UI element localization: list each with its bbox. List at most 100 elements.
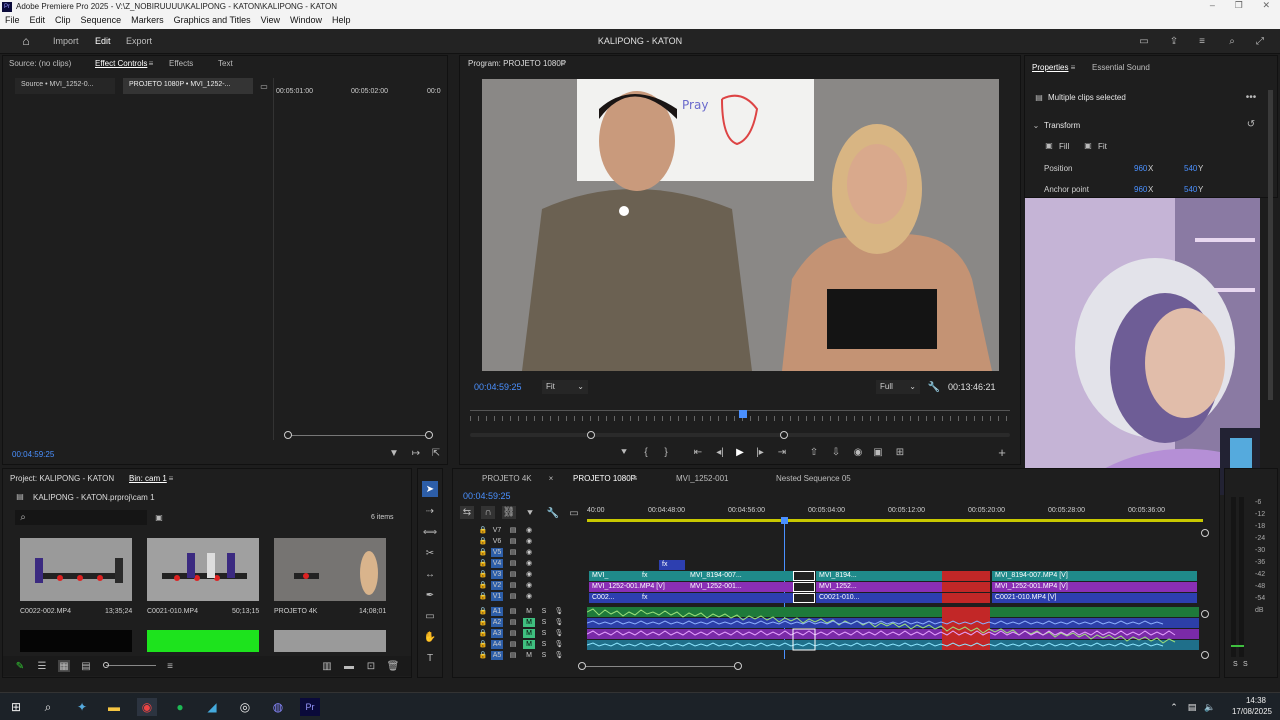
mic-icon[interactable]: 🎙: [553, 651, 565, 660]
scroll-handle-right[interactable]: [734, 662, 742, 670]
go-to-out-icon[interactable]: ⇥: [776, 446, 788, 458]
audio-waveforms[interactable]: [587, 607, 1199, 653]
solo-button[interactable]: S: [538, 651, 550, 660]
toggle-timeline-icon[interactable]: ▭: [259, 82, 269, 91]
search-field[interactable]: ⌕: [15, 510, 147, 525]
zoom-slider[interactable]: [106, 665, 156, 666]
mark-in-icon[interactable]: {: [640, 446, 652, 458]
menu-window[interactable]: Window: [285, 14, 327, 26]
eye-icon[interactable]: ◉: [523, 537, 535, 546]
linked-selection-icon[interactable]: ⛓: [502, 506, 516, 519]
obs-icon[interactable]: ◎: [235, 698, 255, 716]
solo-button[interactable]: S: [538, 618, 550, 627]
clip-v3[interactable]: MVI_8194-007.MP4 [V]: [992, 571, 1197, 581]
track-label-v3[interactable]: V3: [491, 570, 503, 579]
quality-select[interactable]: Full ⌄: [876, 380, 920, 394]
scroll-handle-right[interactable]: [780, 431, 788, 439]
clip-v1[interactable]: C002...: [589, 593, 639, 603]
pen-icon[interactable]: ✒: [422, 587, 438, 603]
share-out-icon[interactable]: ⇱: [431, 448, 441, 459]
playhead-marker[interactable]: [739, 410, 747, 418]
step-back-icon[interactable]: ◂|: [714, 446, 726, 458]
anchor-x[interactable]: 960: [1134, 185, 1147, 194]
menu-sequence[interactable]: Sequence: [76, 14, 127, 26]
clip-v3[interactable]: fx: [639, 571, 687, 581]
tab-project[interactable]: Project: KALIPONG - KATON: [10, 474, 114, 483]
comparison-icon[interactable]: ▣: [872, 446, 884, 458]
premiere-icon[interactable]: Pr: [300, 698, 320, 716]
anchor-y[interactable]: 540: [1184, 185, 1197, 194]
network-icon[interactable]: ▤: [1182, 698, 1202, 716]
go-to-in-icon[interactable]: ⇤: [692, 446, 704, 458]
clip-v3-selected[interactable]: [793, 571, 815, 581]
sync-lock-icon[interactable]: ▤: [507, 607, 519, 616]
sync-lock-icon[interactable]: ▤: [507, 629, 519, 638]
close-icon[interactable]: ✕: [1263, 0, 1271, 14]
clip-v2-selected[interactable]: [793, 582, 815, 592]
sync-lock-icon[interactable]: ▤: [507, 592, 519, 601]
folder-icon[interactable]: ▬: [343, 660, 355, 672]
more-options-icon[interactable]: •••: [1245, 92, 1257, 103]
lock-icon[interactable]: 🔒: [477, 570, 489, 579]
step-forward-icon[interactable]: |▸: [754, 446, 766, 458]
sync-lock-icon[interactable]: ▤: [507, 651, 519, 660]
clip-v1-selected[interactable]: [793, 593, 815, 603]
effect-timecode[interactable]: 00:04:59:25: [12, 450, 54, 459]
menu-graphics[interactable]: Graphics and Titles: [169, 14, 256, 26]
tab-essential-sound[interactable]: Essential Sound: [1092, 63, 1150, 72]
position-y[interactable]: 540: [1184, 164, 1197, 173]
clip-v1[interactable]: C0021-010...: [816, 593, 942, 603]
spotify-icon[interactable]: ●: [170, 698, 190, 716]
windows-start-icon[interactable]: ⊞: [6, 698, 26, 716]
lock-icon[interactable]: 🔒: [477, 651, 489, 660]
track-label-a3[interactable]: A3: [491, 629, 503, 638]
clip-v3[interactable]: MVI_: [589, 571, 639, 581]
lift-icon[interactable]: ⇧: [808, 446, 820, 458]
clip-v2[interactable]: MVI_1252...: [816, 582, 942, 592]
menu-help[interactable]: Help: [327, 14, 356, 26]
sync-lock-icon[interactable]: ▤: [507, 640, 519, 649]
scroll-handle-left[interactable]: [587, 431, 595, 439]
snap-icon[interactable]: ∩: [481, 506, 495, 519]
lock-icon[interactable]: 🔒: [477, 526, 489, 535]
multicam-icon[interactable]: ⊞: [894, 446, 906, 458]
lock-icon[interactable]: 🔒: [477, 607, 489, 616]
list-view-icon[interactable]: ☰: [36, 660, 48, 672]
search-icon[interactable]: ⌕: [1226, 35, 1238, 47]
clip-v2[interactable]: MVI_1252-001.MP4 [V]: [589, 582, 687, 592]
file-explorer-icon[interactable]: ▬: [104, 698, 124, 716]
zoom-select[interactable]: Fit ⌄: [542, 380, 588, 394]
volume-icon[interactable]: 🔈: [1200, 698, 1220, 716]
clip-v1-red[interactable]: [942, 593, 990, 603]
lock-icon[interactable]: 🔒: [477, 581, 489, 590]
track-label-v6[interactable]: V6: [491, 537, 503, 546]
lock-icon[interactable]: 🔒: [477, 548, 489, 557]
add-marker-icon[interactable]: ⯆: [618, 446, 630, 458]
sync-lock-icon[interactable]: ▤: [507, 559, 519, 568]
clip-thumbnail[interactable]: [274, 630, 386, 652]
export-frame-icon[interactable]: ↦: [411, 448, 421, 459]
automate-icon[interactable]: ▥: [321, 660, 333, 672]
mic-icon[interactable]: 🎙: [553, 640, 565, 649]
pencil-icon[interactable]: ✎: [14, 660, 26, 672]
track-label-v1[interactable]: V1: [491, 592, 503, 601]
clip-thumbnail[interactable]: [20, 538, 132, 601]
tab-sequence-1080p[interactable]: PROJETO 1080P: [573, 474, 636, 483]
camera-icon[interactable]: ◉: [852, 446, 864, 458]
minimize-icon[interactable]: –: [1210, 0, 1215, 14]
timeline-scrollbar[interactable]: [581, 666, 741, 667]
scroll-handle-left[interactable]: [578, 662, 586, 670]
add-button-icon[interactable]: +: [996, 445, 1008, 460]
clip-v2[interactable]: MVI_1252-001.MP4 [V]: [992, 582, 1197, 592]
solo-right[interactable]: S: [1243, 661, 1248, 668]
menu-clip[interactable]: Clip: [50, 14, 76, 26]
track-label-v4[interactable]: V4: [491, 559, 503, 568]
track-select-icon[interactable]: ⇢: [422, 503, 438, 519]
tab-source[interactable]: Source: (no clips): [9, 59, 71, 68]
eye-icon[interactable]: ◉: [523, 526, 535, 535]
bin-menu-icon[interactable]: ≡: [167, 473, 175, 483]
track-label-a4[interactable]: A4: [491, 640, 503, 649]
panel-icon[interactable]: ▭: [1138, 35, 1150, 47]
tab-nested-sequence[interactable]: Nested Sequence 05: [776, 474, 851, 483]
solo-button[interactable]: S: [538, 640, 550, 649]
